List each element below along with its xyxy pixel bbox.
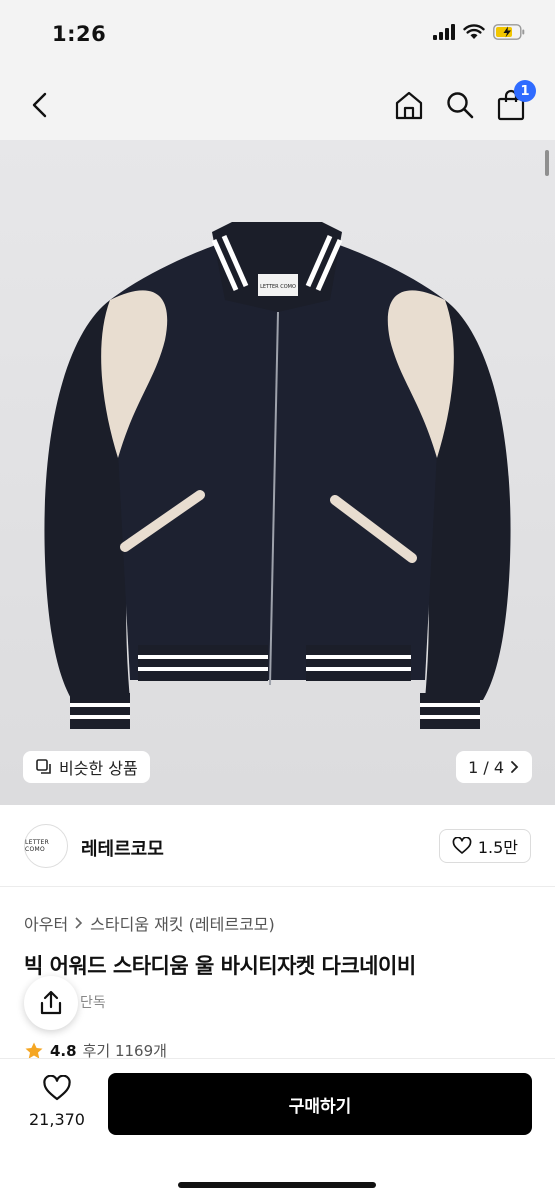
bottom-action-bar: 21,370 구매하기 [0,1058,555,1200]
home-icon [395,91,423,120]
brand-logo[interactable]: LETTER COMO [24,824,68,868]
brand-like-button[interactable]: 1.5만 [438,829,531,863]
search-button[interactable] [441,86,479,124]
varsity-jacket-image: LETTER COMO [44,222,511,729]
status-icons [433,24,525,40]
copy-icon [36,759,51,774]
image-page-indicator[interactable]: 1 / 4 [456,751,532,783]
wishlist-count: 21,370 [29,1110,85,1129]
nav-bar: 1 [0,70,555,140]
brand-logo-text: LETTER COMO [25,839,50,853]
buy-button-label: 구매하기 [288,1096,352,1117]
wishlist-button[interactable]: 21,370 [24,1074,90,1129]
wifi-icon [463,24,485,39]
search-icon [447,92,474,119]
breadcrumb-subcategory[interactable]: 스타디움 재킷 (레테르코모) [90,911,275,935]
rating-value: 4.8 [50,1041,77,1060]
chevron-right-icon [511,761,519,773]
share-button[interactable] [24,976,78,1030]
brand-like-count: 1.5만 [477,838,518,857]
cart-badge: 1 [514,80,536,102]
home-indicator[interactable] [178,1182,376,1188]
status-time: 1:26 [52,22,107,46]
chevron-left-icon [32,92,47,118]
exclusive-tag: 단독 [80,995,106,1011]
brand-row[interactable]: LETTER COMO 레테르코모 1.5만 [0,805,555,887]
heart-icon [43,1074,71,1101]
share-icon [40,990,62,1015]
product-title: 빅 어워드 스타디움 울 바시티자켓 다크네이비 [24,954,416,978]
jacket-logo-label: LETTER COMO [260,284,296,290]
breadcrumb-category[interactable]: 아우터 [24,911,68,935]
page-indicator-text: 1 / 4 [468,757,504,777]
chevron-right-icon [75,917,83,929]
battery-charging-icon [493,24,525,40]
home-button[interactable] [390,86,428,124]
status-bar: 1:26 [0,0,555,70]
signal-icon [433,24,455,40]
product-image-carousel[interactable]: LETTER COMO 비슷한 상품 1 / 4 [0,140,555,805]
buy-button[interactable]: 구매하기 [108,1073,532,1135]
similar-products-label: 비슷한 상품 [59,759,138,778]
scroll-indicator[interactable] [545,150,549,176]
cart-button[interactable]: 1 [492,80,536,124]
similar-products-button[interactable]: 비슷한 상품 [23,751,150,783]
back-button[interactable] [22,86,60,124]
breadcrumb: 아우터 스타디움 재킷 (레테르코모) [24,911,275,935]
brand-name[interactable]: 레테르코모 [81,835,164,861]
heart-icon [452,837,472,854]
